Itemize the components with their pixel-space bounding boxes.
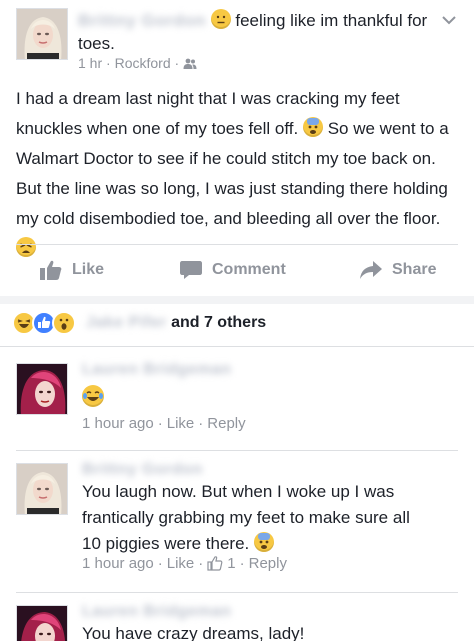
post-options-chevron-icon[interactable] (442, 12, 456, 30)
wow-reaction-icon (52, 311, 76, 335)
post-time[interactable]: 1 hr (78, 55, 102, 71)
like-label: Like (72, 261, 105, 278)
fearful-face-icon (254, 532, 275, 552)
meta-separator: · (157, 555, 163, 572)
comment-time: 1 hour ago (82, 555, 154, 572)
reactions-others[interactable]: and 7 others (171, 314, 266, 331)
divider (16, 244, 458, 245)
meta-separator: · (198, 555, 204, 572)
neutral-face-icon (210, 9, 231, 29)
comment-text (82, 385, 432, 412)
reactions-text: Jake Pifer and 7 others (86, 314, 266, 332)
post-location[interactable]: Rockford (115, 55, 171, 71)
post-header: Brittny Gordon feeling like im thankful … (0, 0, 474, 80)
comment-bubble-icon (180, 261, 202, 279)
comment-button[interactable]: Comment (180, 258, 286, 282)
feeling-text: feeling like im thankful (235, 11, 403, 30)
commenter-name[interactable]: Lauren Bridgeman (82, 603, 231, 621)
thumbs-up-icon (40, 260, 62, 280)
commenter-avatar[interactable] (16, 363, 68, 415)
tired-face-icon (16, 237, 36, 257)
post-meta: 1 hr · Rockford · (78, 55, 197, 71)
comment-meta: 1 hour ago · Like · Reply (82, 415, 246, 432)
author-avatar[interactable] (16, 8, 68, 60)
comment-like-link[interactable]: Like (167, 555, 195, 572)
share-button[interactable]: Share (360, 258, 436, 282)
comment-reply-link[interactable]: Reply (249, 555, 287, 572)
comment-text: You laugh now. But when I woke up I was … (82, 479, 432, 557)
comment-body: You laugh now. But when I woke up I was … (82, 482, 410, 553)
meta-separator: · (157, 415, 163, 432)
comment-meta: 1 hour ago · Like · 1 · Reply (82, 555, 287, 572)
comment-text: You have crazy dreams, lady! (82, 624, 305, 641)
commenter-name[interactable]: Lauren Bridgeman (82, 361, 231, 379)
meta-separator: · (106, 55, 111, 71)
commenter-avatar[interactable] (16, 463, 68, 515)
commenter-name[interactable]: Brittny Gordon (82, 461, 203, 479)
meta-separator: · (174, 55, 180, 71)
commenter-avatar[interactable] (16, 605, 68, 641)
reactor-name[interactable]: Jake Pifer (86, 314, 167, 332)
section-divider (0, 296, 474, 304)
share-arrow-icon (360, 261, 382, 279)
fearful-face-icon (302, 117, 323, 137)
comment-label: Comment (212, 261, 286, 278)
meta-separator: · (198, 415, 204, 432)
comment-time: 1 hour ago (82, 415, 154, 432)
post-author-name[interactable]: Brittny Gordon (78, 9, 206, 32)
comment-like-count: 1 (227, 555, 236, 572)
comment-item: Brittny Gordon You laugh now. But when I… (0, 451, 474, 593)
post-body: I had a dream last night that I was crac… (16, 84, 458, 264)
like-button[interactable]: Like (40, 258, 104, 282)
comment-like-link[interactable]: Like (167, 415, 195, 432)
comment-item: Lauren Bridgeman 1 hour ago · Like · Rep… (0, 347, 474, 451)
comment-reply-link[interactable]: Reply (207, 415, 245, 432)
post-header-text: Brittny Gordon feeling like im thankful … (78, 9, 428, 55)
friends-privacy-icon (183, 55, 197, 71)
tears-of-joy-icon (82, 385, 104, 407)
comment-item: Lauren Bridgeman You have crazy dreams, … (0, 593, 474, 641)
meta-separator: · (239, 555, 245, 572)
like-count-icon (207, 556, 223, 571)
share-label: Share (392, 261, 437, 278)
reactions-summary[interactable]: Jake Pifer and 7 others (12, 310, 266, 336)
